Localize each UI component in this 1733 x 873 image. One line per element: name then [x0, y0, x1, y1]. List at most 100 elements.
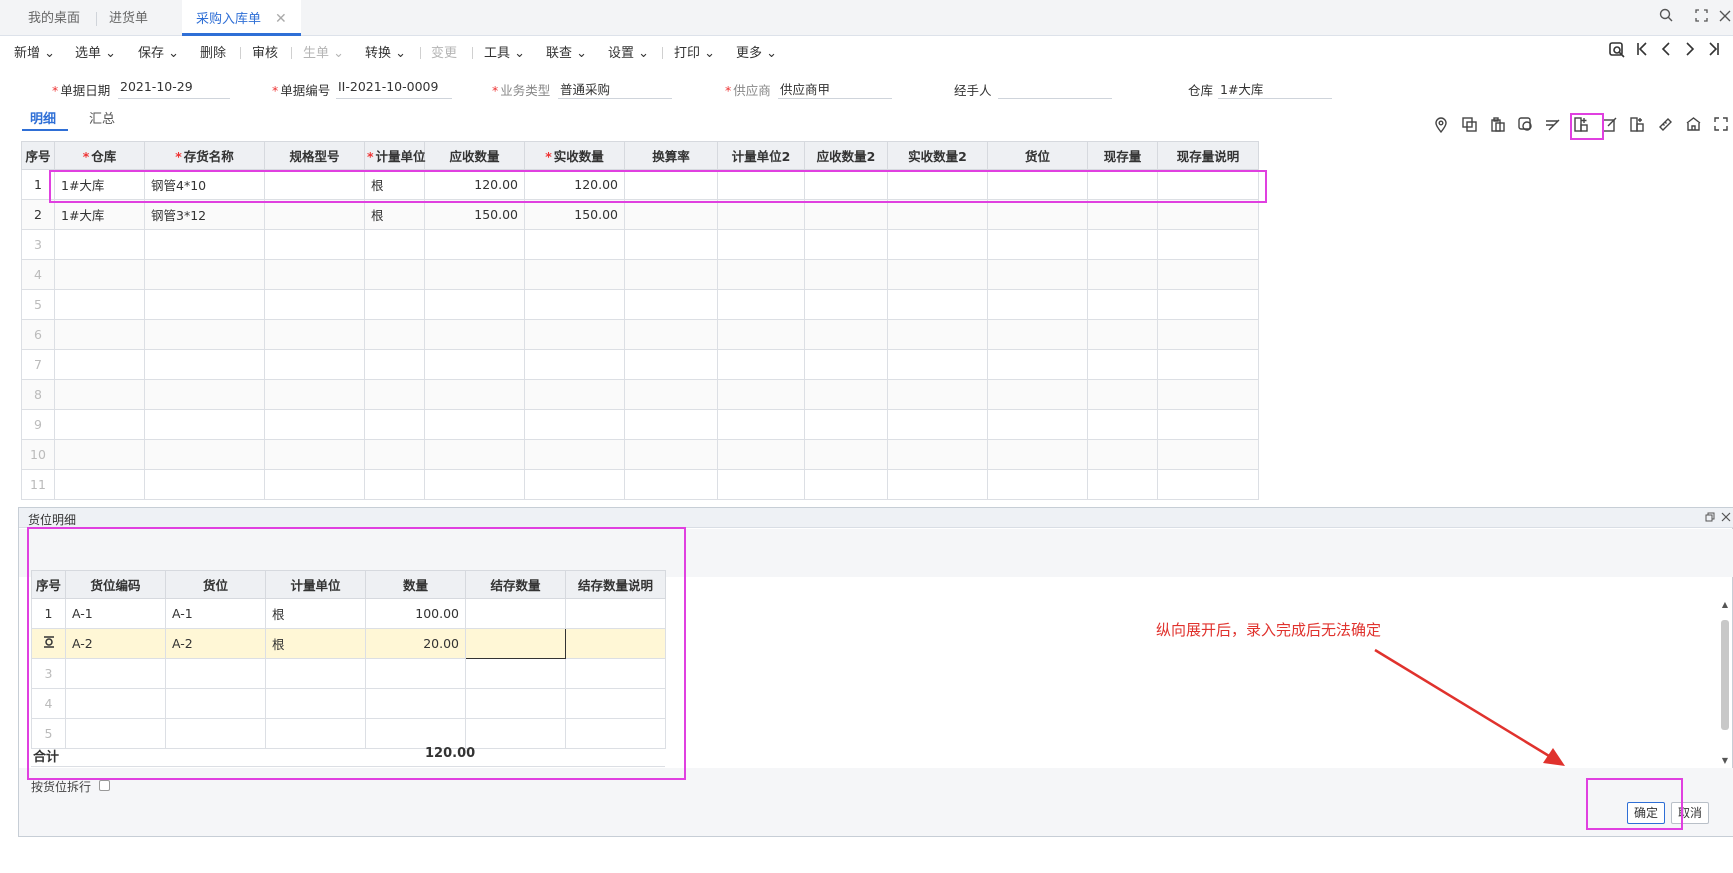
table-cell[interactable]	[144, 319, 265, 350]
table-cell[interactable]	[1157, 469, 1259, 500]
table-cell[interactable]	[1087, 439, 1158, 470]
table-cell[interactable]	[987, 469, 1088, 500]
table-cell[interactable]	[624, 469, 718, 500]
tab-desktop[interactable]: 我的桌面	[28, 0, 80, 36]
table-cell[interactable]	[264, 439, 365, 470]
table-cell[interactable]	[804, 379, 888, 410]
table-cell[interactable]	[364, 469, 425, 500]
table-cell[interactable]	[524, 289, 625, 320]
table-cell[interactable]	[364, 349, 425, 380]
handler-field[interactable]	[998, 79, 1112, 99]
table-cell[interactable]	[54, 469, 145, 500]
table-cell[interactable]	[717, 199, 805, 230]
table-cell[interactable]	[717, 319, 805, 350]
table-cell[interactable]	[987, 379, 1088, 410]
table-cell[interactable]	[54, 229, 145, 260]
table-cell[interactable]	[1157, 379, 1259, 410]
table-cell[interactable]	[987, 319, 1088, 350]
column-header[interactable]: 实收数量2	[887, 141, 988, 170]
warehouse-field[interactable]: 1#大库	[1218, 79, 1332, 99]
table-cell[interactable]	[717, 379, 805, 410]
table-cell[interactable]	[804, 469, 888, 500]
delete-button[interactable]: 删除	[200, 42, 226, 61]
scroll-thumb[interactable]	[1721, 620, 1729, 730]
ruler-icon[interactable]	[1655, 117, 1675, 137]
tab-purchase-receipt[interactable]: 采购入库单 ✕	[182, 0, 301, 36]
table-cell[interactable]	[1157, 409, 1259, 440]
table-cell[interactable]	[987, 199, 1088, 230]
table-cell[interactable]	[887, 289, 988, 320]
table-cell[interactable]	[1157, 229, 1259, 260]
paste-row-icon[interactable]	[1487, 117, 1507, 137]
fullscreen-icon[interactable]	[1690, 7, 1712, 29]
table-cell[interactable]	[364, 259, 425, 290]
table-cell[interactable]: 150.00	[424, 199, 525, 230]
table-cell[interactable]	[1087, 319, 1158, 350]
restore-icon[interactable]	[1705, 511, 1715, 525]
table-cell[interactable]	[524, 319, 625, 350]
audit-button[interactable]: 审核	[252, 42, 278, 61]
table-cell[interactable]	[144, 289, 265, 320]
table-cell[interactable]	[264, 289, 365, 320]
table-cell[interactable]	[624, 349, 718, 380]
table-cell[interactable]	[364, 229, 425, 260]
date-field[interactable]: 2021-10-29	[118, 79, 230, 99]
table-cell[interactable]	[424, 319, 525, 350]
table-cell[interactable]	[717, 409, 805, 440]
table-cell[interactable]	[364, 379, 425, 410]
table-cell[interactable]	[987, 439, 1088, 470]
print-button[interactable]: 打印 ⌄	[674, 42, 715, 61]
number-field[interactable]: II-2021-10-0009	[336, 79, 452, 99]
table-cell[interactable]	[887, 439, 988, 470]
table-cell[interactable]	[524, 409, 625, 440]
table-cell[interactable]	[624, 439, 718, 470]
table-cell[interactable]: 根	[364, 199, 425, 230]
table-cell[interactable]	[1157, 199, 1259, 230]
table-row[interactable]: 4	[21, 259, 1259, 290]
table-cell[interactable]	[1087, 259, 1158, 290]
table-cell[interactable]	[54, 409, 145, 440]
next-icon[interactable]	[1684, 41, 1696, 61]
table-cell[interactable]	[264, 379, 365, 410]
column-header[interactable]: * 存货名称	[144, 141, 265, 170]
table-cell[interactable]	[524, 469, 625, 500]
table-cell[interactable]	[264, 229, 365, 260]
table-cell[interactable]	[424, 289, 525, 320]
table-cell[interactable]	[887, 379, 988, 410]
table-cell[interactable]	[1087, 229, 1158, 260]
table-row[interactable]: 6	[21, 319, 1259, 350]
table-cell[interactable]	[624, 409, 718, 440]
table-cell[interactable]	[804, 229, 888, 260]
table-row[interactable]: 10	[21, 439, 1259, 470]
table-cell[interactable]	[1157, 289, 1259, 320]
table-cell[interactable]	[264, 259, 365, 290]
dialog-scrollbar[interactable]: ▲ ▼	[1719, 600, 1731, 768]
table-cell[interactable]	[144, 469, 265, 500]
table-cell[interactable]	[717, 259, 805, 290]
table-cell[interactable]	[54, 439, 145, 470]
table-cell[interactable]	[144, 349, 265, 380]
table-cell[interactable]	[424, 409, 525, 440]
bank-icon[interactable]	[1683, 117, 1703, 137]
scroll-up-icon[interactable]: ▲	[1719, 600, 1731, 609]
close-icon[interactable]: ✕	[275, 11, 287, 27]
table-cell[interactable]	[364, 439, 425, 470]
table-cell[interactable]	[264, 199, 365, 230]
table-cell[interactable]	[887, 469, 988, 500]
table-cell[interactable]	[624, 259, 718, 290]
table-cell[interactable]	[364, 409, 425, 440]
table-cell[interactable]	[987, 349, 1088, 380]
table-row[interactable]: 3	[21, 229, 1259, 260]
table-cell[interactable]	[54, 319, 145, 350]
table-row[interactable]: 5	[21, 289, 1259, 320]
table-cell[interactable]	[1157, 439, 1259, 470]
table-row[interactable]: 9	[21, 409, 1259, 440]
table-row[interactable]: 2 1#大库 钢管3*12 根 150.00 150.00	[21, 199, 1259, 230]
table-cell[interactable]	[1157, 319, 1259, 350]
table-cell[interactable]	[1087, 199, 1158, 230]
table-cell[interactable]: 150.00	[524, 199, 625, 230]
table-cell[interactable]	[144, 439, 265, 470]
table-cell[interactable]	[717, 229, 805, 260]
table-cell[interactable]	[804, 409, 888, 440]
supplier-field[interactable]: 供应商甲	[778, 79, 892, 99]
